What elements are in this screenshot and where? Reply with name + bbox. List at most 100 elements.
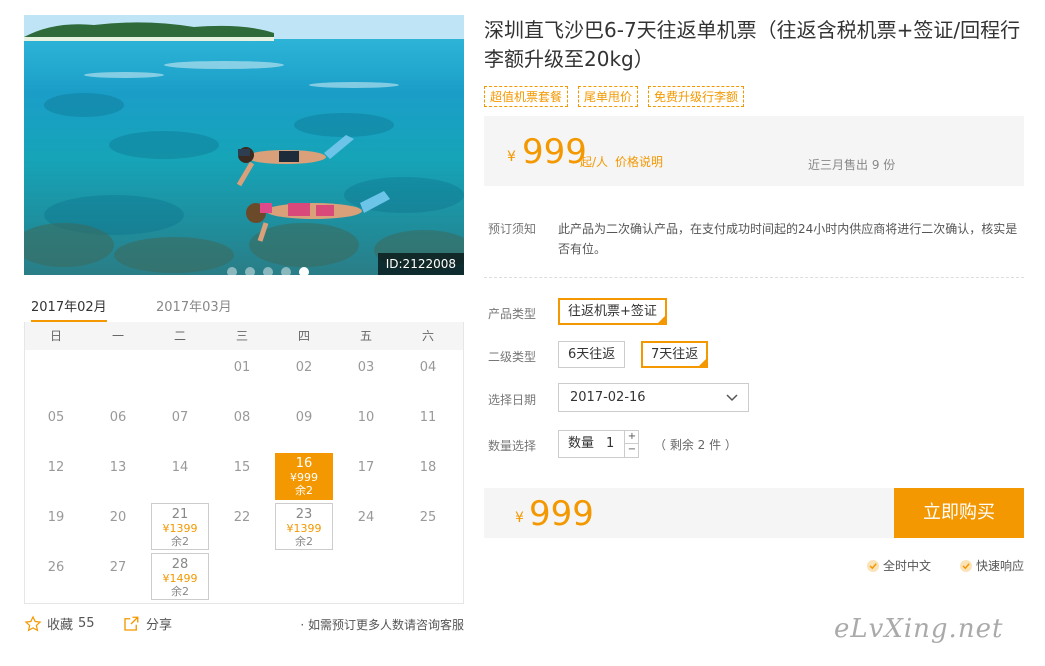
day-number: 05 — [47, 410, 65, 425]
day-number: 11 — [419, 410, 437, 425]
day-remaining: 余2 — [171, 535, 189, 548]
calendar-day-available[interactable]: 16 ¥999 余2 — [275, 453, 333, 500]
day-number: 27 — [109, 560, 127, 575]
calendar-day: 27 — [89, 553, 147, 600]
date-value: 2017-02-16 — [570, 390, 646, 405]
snorkeling-scene — [24, 15, 464, 273]
product-photo[interactable]: ID:2122008 — [24, 15, 464, 275]
date-select[interactable]: 2017-02-16 — [558, 383, 749, 412]
day-number: 18 — [419, 460, 437, 475]
buy-now-button[interactable]: 立即购买 — [894, 488, 1024, 538]
day-number: 14 — [171, 460, 189, 475]
product-type-option[interactable]: 往返机票+签证 — [558, 298, 667, 325]
calendar-day-available[interactable]: 28 ¥1499 余2 — [151, 553, 209, 600]
day-number: 20 — [109, 510, 127, 525]
day-number: 24 — [357, 510, 375, 525]
chevron-down-icon — [726, 384, 738, 421]
day-number: 28 — [171, 557, 189, 572]
quantity-value[interactable]: 1 — [606, 431, 614, 457]
day-price: ¥1399 — [286, 522, 322, 535]
quantity-stepper: 数量 1 + − — [558, 430, 639, 458]
check-circle-icon — [867, 559, 879, 572]
calendar-day: 14 — [151, 453, 209, 500]
sub-type-7-day[interactable]: 7天往返 — [641, 341, 709, 368]
share-button[interactable]: 分享 — [122, 614, 172, 633]
product-tags: 超值机票套餐 尾单甩价 免费升级行李额 — [484, 86, 745, 107]
notice-label: 预订须知 — [488, 222, 537, 236]
day-number: 22 — [233, 510, 251, 525]
consult-note[interactable]: · 如需预订更多人数请咨询客服 — [300, 616, 464, 633]
calendar-day: 08 — [213, 403, 271, 450]
product-tag: 超值机票套餐 — [484, 86, 569, 107]
calendar-day: 11 — [399, 403, 457, 450]
day-number: 21 — [171, 507, 189, 522]
tab-month-mar[interactable]: 2017年03月 — [156, 296, 232, 323]
calendar-day: 24 — [337, 503, 395, 550]
day-number: 26 — [47, 560, 65, 575]
day-price: ¥1399 — [162, 522, 198, 535]
day-number: 23 — [295, 507, 313, 522]
carousel-dot-active[interactable] — [299, 267, 309, 275]
carousel-dot[interactable] — [227, 267, 237, 275]
quantity-label: 数量选择 — [488, 439, 537, 453]
quantity-increase-button[interactable]: + — [624, 431, 639, 444]
remaining-stock: （ 剩余 2 件 ） — [654, 438, 737, 452]
day-number: 08 — [233, 410, 251, 425]
feature-chinese-service: 全时中文 — [866, 557, 931, 574]
calendar-day: 25 — [399, 503, 457, 550]
carousel-dot[interactable] — [263, 267, 273, 275]
tab-month-feb[interactable]: 2017年02月 — [31, 296, 107, 323]
weekday-label: 日 — [49, 329, 62, 343]
quantity-decrease-button[interactable]: − — [624, 444, 639, 457]
day-number: 01 — [233, 360, 251, 375]
day-number: 10 — [357, 410, 375, 425]
feature-label: 全时中文 — [883, 559, 932, 573]
day-number: 12 — [47, 460, 65, 475]
calendar-weekday-header: 日 一 二 三 四 五 六 — [25, 322, 463, 350]
total-price: 999 — [529, 494, 594, 534]
calendar-day-available[interactable]: 23 ¥1399 余2 — [275, 503, 333, 550]
carousel-dots — [227, 267, 309, 275]
feature-fast-response: 快速响应 — [959, 557, 1024, 574]
calendar-month-tabs: 2017年02月 2017年03月 — [24, 292, 464, 323]
carousel-dot[interactable] — [245, 267, 255, 275]
favorite-label: 收藏 — [47, 618, 74, 633]
carousel-dot[interactable] — [281, 267, 291, 275]
weekday-label: 五 — [359, 329, 372, 343]
day-number: 19 — [47, 510, 65, 525]
product-type-label: 产品类型 — [488, 307, 537, 321]
total-currency: ¥ — [515, 510, 524, 526]
day-number: 25 — [419, 510, 437, 525]
divider — [484, 277, 1024, 278]
favorite-button[interactable]: 收藏 55 — [24, 614, 95, 633]
sold-count: 近三月售出 9 份 — [808, 158, 896, 172]
sub-type-6-day[interactable]: 6天往返 — [558, 341, 626, 368]
product-id-badge: ID:2122008 — [377, 253, 464, 275]
product-title: 深圳直飞沙巴6-7天往返单机票（往返含税机票+签证/回程行李额升级至20kg） — [484, 18, 1021, 71]
share-icon — [124, 616, 139, 631]
calendar-day: 26 — [27, 553, 85, 600]
day-number: 09 — [295, 410, 313, 425]
weekday-label: 六 — [421, 329, 434, 343]
star-icon — [24, 614, 42, 632]
weekday-label: 二 — [173, 329, 186, 343]
weekday-label: 一 — [111, 329, 124, 343]
day-remaining: 余2 — [295, 535, 313, 548]
day-number: 04 — [419, 360, 437, 375]
calendar-day: 06 — [89, 403, 147, 450]
calendar-day: 20 — [89, 503, 147, 550]
calendar-day: 01 — [213, 353, 271, 400]
day-number: 16 — [295, 456, 313, 471]
price-currency: ¥ — [507, 149, 516, 165]
calendar-day: 03 — [337, 353, 395, 400]
weekday-label: 四 — [297, 329, 310, 343]
watermark: eLvXing.net — [834, 614, 1004, 644]
calendar-day-available[interactable]: 21 ¥1399 余2 — [151, 503, 209, 550]
feature-label: 快速响应 — [976, 559, 1025, 573]
favorite-count: 55 — [78, 616, 95, 631]
quantity-text: 数量 — [568, 436, 595, 451]
day-number: 17 — [357, 460, 375, 475]
date-label: 选择日期 — [488, 393, 537, 407]
day-number: 15 — [233, 460, 251, 475]
price-info-link[interactable]: 价格说明 — [615, 153, 663, 170]
